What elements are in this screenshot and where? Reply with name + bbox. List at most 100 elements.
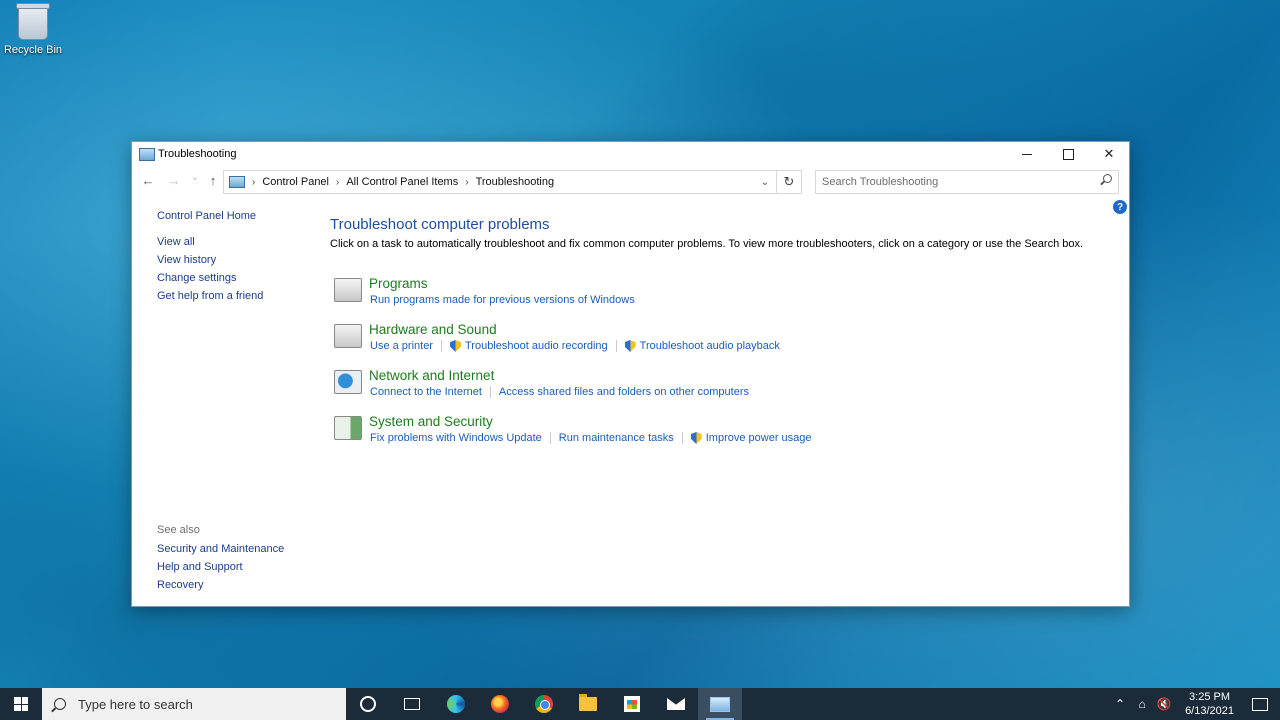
category-title-hardware-sound[interactable]: Hardware and Sound (369, 322, 497, 337)
shield-icon (690, 432, 702, 444)
task-view-icon (404, 698, 420, 710)
mail-button[interactable] (654, 688, 698, 720)
taskbar-search-box[interactable]: Type here to search (42, 688, 346, 720)
cortana-button[interactable] (346, 688, 390, 720)
recovery-link[interactable]: Recovery (157, 579, 284, 591)
programs-icon[interactable] (334, 278, 362, 302)
recycle-bin-shortcut[interactable]: Recycle Bin (2, 3, 64, 56)
refresh-button[interactable]: ↻ (777, 170, 802, 194)
clock-time: 3:25 PM (1189, 691, 1231, 703)
recycle-bin-icon (16, 3, 50, 40)
recycle-bin-label: Recycle Bin (3, 44, 63, 56)
category-title-system-security[interactable]: System and Security (369, 414, 493, 429)
change-settings-link[interactable]: Change settings (157, 272, 263, 284)
notification-center-icon[interactable] (1252, 697, 1268, 711)
file-explorer-icon (579, 694, 597, 711)
network-icon[interactable]: ⌂ (1131, 697, 1153, 711)
breadcrumb-troubleshooting[interactable]: Troubleshooting (476, 176, 554, 188)
windows-update-link[interactable]: Fix problems with Windows Update (370, 432, 542, 444)
link-divider (549, 432, 551, 444)
breadcrumb-all-items[interactable]: All Control Panel Items (346, 176, 458, 188)
power-usage-link[interactable]: Improve power usage (706, 432, 812, 444)
network-icon[interactable] (334, 370, 362, 394)
file-explorer-button[interactable] (566, 688, 610, 720)
edge-icon (447, 695, 465, 713)
system-tray: ⌃ ⌂ 🔇 3:25 PM 6/13/2021 (1109, 688, 1280, 720)
shield-icon (449, 340, 461, 352)
breadcrumb-control-panel[interactable]: Control Panel (262, 176, 329, 188)
volume-muted-icon[interactable]: 🔇 (1153, 697, 1175, 711)
link-divider (681, 432, 683, 444)
category-title-programs[interactable]: Programs (369, 276, 428, 291)
show-hidden-icons-chevron-icon[interactable]: ⌃ (1109, 697, 1131, 711)
maintenance-tasks-link[interactable]: Run maintenance tasks (559, 432, 674, 444)
firefox-icon (491, 695, 509, 713)
shared-files-link[interactable]: Access shared files and folders on other… (499, 386, 749, 398)
search-box[interactable] (815, 170, 1119, 194)
mail-icon (667, 698, 685, 710)
main-content: Troubleshoot computer problems Click on … (330, 216, 1109, 460)
up-arrow-icon: ↑ (209, 173, 217, 188)
category-programs: Programs Run programs made for previous … (334, 276, 1109, 322)
help-support-link[interactable]: Help and Support (157, 561, 284, 573)
system-icon[interactable] (334, 416, 362, 440)
breadcrumb-separator-icon: › (252, 176, 256, 188)
link-divider (615, 340, 617, 352)
store-button[interactable] (610, 688, 654, 720)
search-input[interactable] (820, 175, 1094, 189)
link-divider (440, 340, 442, 352)
see-also-heading: See also (157, 524, 200, 536)
connect-internet-link[interactable]: Connect to the Internet (370, 386, 482, 398)
view-history-link[interactable]: View history (157, 254, 263, 266)
refresh-icon: ↻ (783, 174, 795, 189)
navigation-bar: ← → ⌄ ↑ › Control Panel › All Control Pa… (132, 170, 1129, 194)
use-printer-link[interactable]: Use a printer (370, 340, 433, 352)
recent-locations-button[interactable]: ⌄ (186, 172, 204, 183)
title-bar[interactable]: Troubleshooting ✕ (132, 142, 1129, 166)
control-panel-home-link[interactable]: Control Panel Home (157, 210, 263, 222)
control-panel-icon (229, 176, 245, 188)
store-icon (624, 696, 640, 712)
link-divider (489, 386, 491, 398)
maximize-button[interactable] (1048, 142, 1088, 166)
security-maintenance-link[interactable]: Security and Maintenance (157, 543, 284, 555)
get-help-link[interactable]: Get help from a friend (157, 290, 263, 302)
windows-logo-icon (14, 697, 28, 711)
shield-icon (624, 340, 636, 352)
control-panel-icon (710, 696, 730, 712)
category-system-security: System and Security Fix problems with Wi… (334, 414, 1109, 460)
back-arrow-icon: ← (141, 173, 155, 188)
run-old-programs-link[interactable]: Run programs made for previous versions … (370, 294, 635, 306)
category-hardware-sound: Hardware and Sound Use a printer Trouble… (334, 322, 1109, 368)
task-view-button[interactable] (390, 688, 434, 720)
help-icon: ? (1116, 201, 1124, 213)
address-bar[interactable]: › Control Panel › All Control Panel Item… (223, 170, 777, 194)
edge-button[interactable] (434, 688, 478, 720)
start-button[interactable] (0, 688, 42, 720)
minimize-button[interactable] (1007, 142, 1047, 166)
breadcrumb-separator-icon: › (336, 176, 340, 188)
audio-recording-link[interactable]: Troubleshoot audio recording (465, 340, 608, 352)
close-button[interactable]: ✕ (1089, 142, 1129, 166)
category-network-internet: Network and Internet Connect to the Inte… (334, 368, 1109, 414)
close-icon: ✕ (1103, 146, 1115, 161)
chevron-down-icon: ⌄ (760, 176, 770, 188)
up-button[interactable]: ↑ (204, 173, 222, 188)
troubleshooting-window: Troubleshooting ✕ ← → ⌄ ↑ › Control Pane… (131, 141, 1130, 607)
minimize-icon (1022, 153, 1032, 155)
help-button[interactable]: ? (1113, 200, 1127, 214)
control-panel-taskbar-button[interactable] (698, 688, 742, 720)
view-all-link[interactable]: View all (157, 236, 263, 248)
clock-date: 6/13/2021 (1185, 705, 1234, 717)
audio-playback-link[interactable]: Troubleshoot audio playback (640, 340, 780, 352)
firefox-button[interactable] (478, 688, 522, 720)
search-icon[interactable] (1103, 174, 1112, 183)
printer-icon[interactable] (334, 324, 362, 348)
back-button[interactable]: ← (139, 173, 157, 188)
category-title-network-internet[interactable]: Network and Internet (369, 368, 494, 383)
chrome-button[interactable] (522, 688, 566, 720)
clock[interactable]: 3:25 PM 6/13/2021 (1175, 690, 1244, 718)
search-icon (54, 698, 66, 710)
forward-button[interactable]: → (165, 173, 183, 188)
address-dropdown-button[interactable]: ⌄ (754, 171, 776, 193)
